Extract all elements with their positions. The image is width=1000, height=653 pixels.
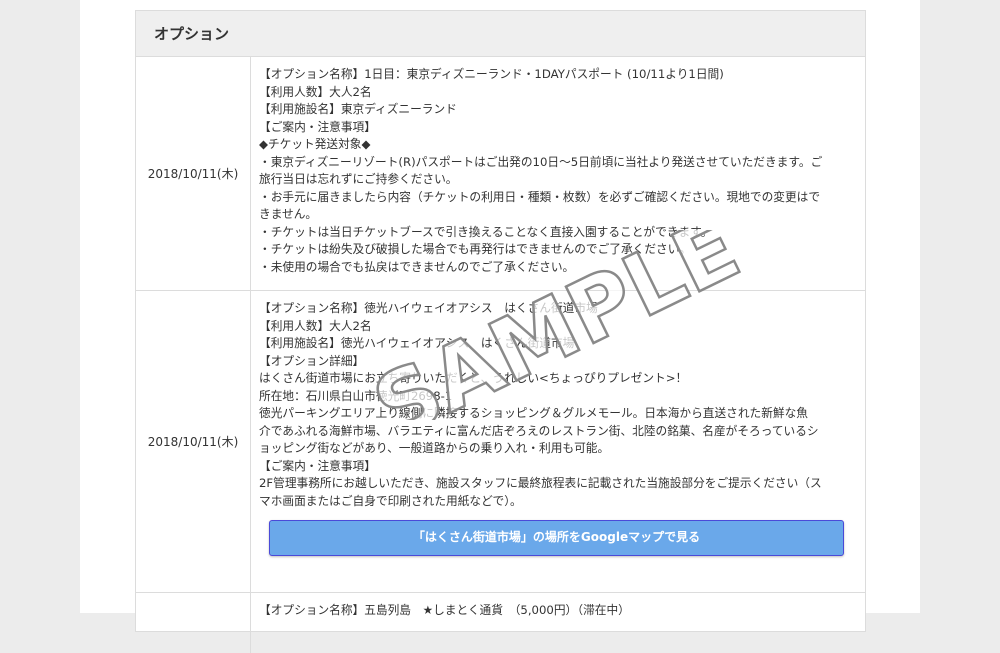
option-line: ・お手元に届きましたら内容（チケットの利用日・種類・枚数）を必ずご確認ください。…: [259, 189, 821, 204]
option-details: 【オプション名称】徳光ハイウェイオアシス はくさん街道市場 【利用人数】大人2名…: [251, 291, 865, 592]
option-date: 2018/10/11(木): [136, 291, 251, 592]
option-line: ョッピング街などがあり、一般道路からの乗り入れ・利用も可能。: [259, 441, 610, 455]
option-line: 【オプション名称】五島列島 ★しまとく通貨 （5,000円）（滞在中）: [259, 603, 630, 617]
option-date: [136, 593, 251, 653]
option-details: 【オプション名称】1日目：東京ディズニーランド・1DAYパスポート (10/11…: [251, 57, 865, 290]
option-line: 所在地：石川県白山市徳光町2698-1: [259, 388, 453, 403]
option-line: 【ご案内・注意事項】: [259, 119, 376, 134]
google-map-button[interactable]: 「はくさん街道市場」の場所をGoogleマップで見る: [269, 520, 844, 556]
option-line: ◆チケット発送対象◆: [259, 137, 371, 151]
option-line: 旅行当日は忘れずにご持参ください。: [259, 172, 458, 186]
option-line: ・東京ディズニーリゾート(R)パスポートはご出発の10日～5日前頃に当社より発送…: [259, 154, 823, 169]
option-row: 【オプション名称】五島列島 ★しまとく通貨 （5,000円）（滞在中）: [136, 593, 865, 653]
option-line: きません。: [259, 207, 318, 221]
option-line: 介であふれる海鮮市場、バラエティに富んだ店ぞろえのレストラン街、北陸の銘菓、名産…: [259, 423, 819, 438]
option-line: ・未使用の場合でも払戻はできませんのでご了承ください。: [259, 259, 575, 274]
option-line: 徳光パーキングエリア上り線側に隣接するショッピング＆グルメモール。日本海から直送…: [259, 406, 808, 420]
option-date: 2018/10/11(木): [136, 57, 251, 290]
option-line: ・チケットは当日チケットブースで引き換えることなく直接入園することができます。: [259, 224, 713, 239]
option-line: ・チケットは紛失及び破損した場合でも再発行はできませんのでご了承ください。: [259, 242, 692, 256]
option-line: 【オプション詳細】: [259, 353, 365, 368]
option-panel: オプション 2018/10/11(木) 【オプション名称】1日目：東京ディズニー…: [135, 10, 866, 653]
option-details: 【オプション名称】五島列島 ★しまとく通貨 （5,000円）（滞在中）: [251, 593, 865, 653]
option-line: 【利用施設名】東京ディズニーランド: [259, 102, 457, 116]
option-line: 【利用人数】大人2名: [259, 84, 372, 99]
option-line: 2F管理事務所にお越しいただき、施設スタッフに最終旅程表に記載された当施設部分を…: [259, 476, 822, 490]
page-background: オプション 2018/10/11(木) 【オプション名称】1日目：東京ディズニー…: [80, 0, 920, 653]
option-row: 2018/10/11(木) 【オプション名称】1日目：東京ディズニーランド・1D…: [136, 57, 865, 291]
option-line: 【ご案内・注意事項】: [259, 458, 376, 473]
option-row: 2018/10/11(木) 【オプション名称】徳光ハイウェイオアシス はくさん街…: [136, 291, 865, 593]
option-line: 【利用人数】大人2名: [259, 318, 372, 333]
option-line: 【利用施設名】徳光ハイウェイオアシス はくさん街道市場: [259, 336, 575, 350]
option-line: マホ画面またはご自身で印刷された用紙などで）。: [259, 493, 522, 508]
panel-title: オプション: [136, 11, 865, 57]
option-line: 【オプション名称】徳光ハイウェイオアシス はくさん街道市場: [259, 301, 598, 315]
option-line: 【オプション名称】1日目：東京ディズニーランド・1DAYパスポート (10/11…: [259, 67, 724, 81]
option-line: はくさん街道市場にお立ち寄りいただくと、うれしい<ちょっぴりプレゼント>！: [259, 371, 688, 385]
